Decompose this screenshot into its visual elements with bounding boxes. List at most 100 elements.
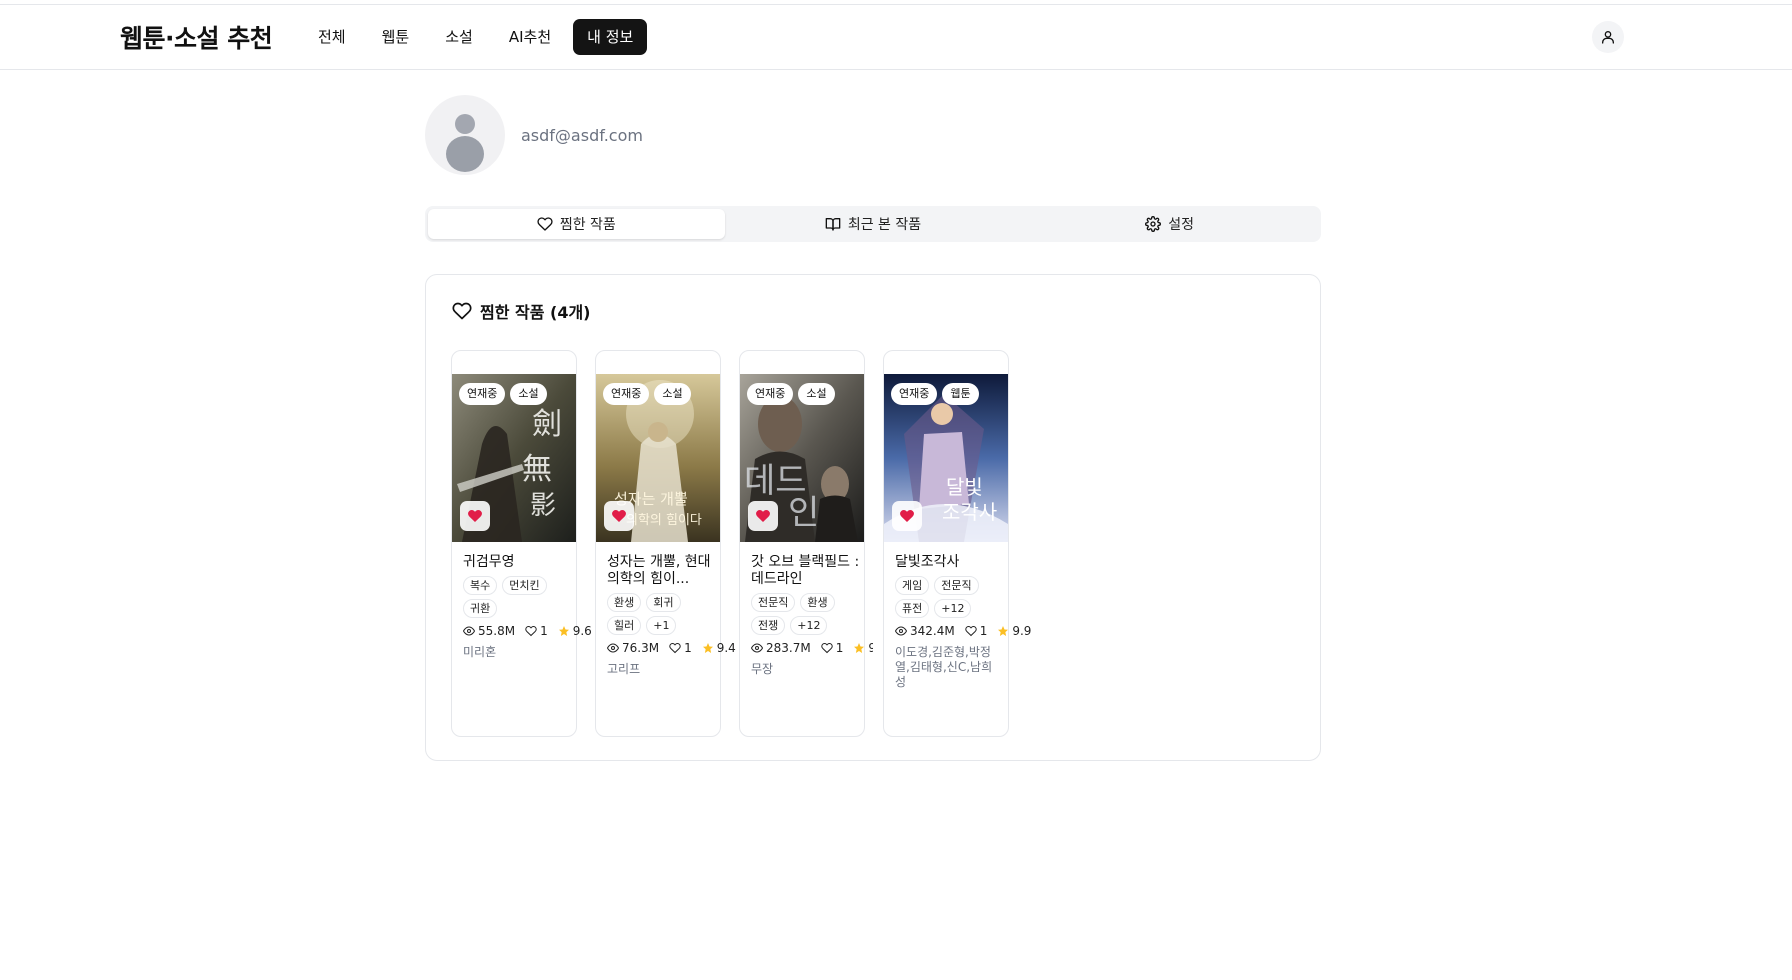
- genre-tag: 퓨전: [895, 599, 930, 618]
- status-badge: 연재중: [603, 383, 650, 405]
- genre-tag: 복수: [463, 576, 498, 595]
- type-badge: 소설: [654, 383, 691, 405]
- views-count: 55.8M: [478, 624, 516, 638]
- nav-item-all[interactable]: 전체: [304, 19, 360, 55]
- work-author: 고리프: [607, 662, 641, 676]
- likes-stat: 1: [821, 641, 844, 655]
- gear-icon: [1145, 216, 1162, 232]
- unfavorite-button[interactable]: [748, 501, 778, 531]
- rating-stat: 9.4: [702, 641, 736, 655]
- work-stats: 55.8M 1 9.6: [463, 624, 592, 638]
- work-info: 갓 오브 블랙필드 : 데드라인 전문직 환생 전쟁 +12 283.7M 1: [751, 554, 873, 677]
- user-menu-button[interactable]: [1592, 21, 1624, 53]
- more-tags-count: +12: [790, 616, 828, 635]
- star-icon: [558, 626, 569, 636]
- likes-count: 1: [835, 641, 844, 655]
- status-badge: 연재중: [459, 383, 506, 405]
- svg-text:조각사: 조각사: [942, 500, 997, 524]
- genre-tag: 게임: [895, 576, 930, 595]
- nav-item-my-info[interactable]: 내 정보: [573, 19, 648, 55]
- tab-settings[interactable]: 설정: [1021, 209, 1318, 239]
- eye-icon: [463, 626, 475, 636]
- views-count: 342.4M: [910, 624, 955, 638]
- likes-count: 1: [684, 641, 692, 655]
- tab-settings-label: 설정: [1168, 217, 1195, 233]
- tab-recent[interactable]: 최근 본 작품: [725, 209, 1022, 239]
- star-icon: [702, 643, 713, 653]
- avatar-head-shape: [455, 114, 475, 134]
- rating-stat: 9.: [853, 641, 873, 655]
- genre-tag: 힐러: [607, 616, 642, 635]
- work-title[interactable]: 귀검무영: [463, 554, 578, 571]
- rating-stat: 9.9: [997, 624, 1031, 638]
- heart-filled-icon: [900, 509, 914, 522]
- genre-tag: 전문직: [934, 576, 979, 595]
- work-card[interactable]: 성자는 개뿔 의학의 힘이다 연재중 소설 성자는 개뿔, 현대의학의 힘이..…: [595, 350, 736, 737]
- type-badge: 소설: [510, 383, 547, 405]
- rating-value: 9.6: [572, 624, 592, 638]
- heart-icon: [821, 642, 833, 654]
- work-title[interactable]: 달빛조각사: [895, 554, 1010, 571]
- work-cover-image[interactable]: 성자는 개뿔 의학의 힘이다 연재중 소설: [596, 374, 720, 542]
- star-icon: [854, 643, 865, 653]
- work-cover-image[interactable]: 달빛 조각사 연재중 웹툰: [884, 374, 1008, 542]
- tab-favorites[interactable]: 찜한 작품: [428, 209, 725, 239]
- eye-icon: [607, 643, 619, 653]
- rating-stat: 9.6: [558, 624, 592, 638]
- unfavorite-button[interactable]: [892, 501, 922, 531]
- work-cover-image[interactable]: 劍 無 影 연재중 소설: [452, 374, 576, 542]
- more-tags-count: +12: [934, 599, 972, 618]
- genre-tag: 전문직: [751, 593, 796, 612]
- heart-icon: [965, 625, 977, 637]
- favorites-card: 찜한 작품 (4개) 劍 無 影 연재중 소설 귀검무영 복수 먼치킨 귀환 5…: [425, 274, 1321, 761]
- views-count: 76.3M: [622, 641, 660, 655]
- eye-icon: [751, 643, 763, 653]
- nav-item-novel[interactable]: 소설: [431, 19, 487, 55]
- status-badge: 연재중: [891, 383, 938, 405]
- work-card[interactable]: 데드 인 연재중 소설 갓 오브 블랙필드 : 데드라인 전문직 환생 전쟁 +…: [739, 350, 873, 737]
- heart-icon: [537, 217, 553, 231]
- likes-count: 1: [540, 624, 548, 638]
- nav-item-webtoon[interactable]: 웹툰: [368, 19, 424, 55]
- nav-item-ai-recommend[interactable]: AI추천: [495, 19, 565, 55]
- work-card[interactable]: 달빛 조각사 연재중 웹툰 달빛조각사 게임 전문직 퓨전 +12 342.4M…: [883, 350, 1031, 737]
- favorites-title: 찜한 작품 (4개): [452, 299, 591, 323]
- work-info: 귀검무영 복수 먼치킨 귀환 55.8M 1 9.6 미리혼: [463, 554, 592, 660]
- unfavorite-button[interactable]: [604, 501, 634, 531]
- heart-icon: [525, 625, 537, 637]
- rating-value: 9.4: [716, 641, 736, 655]
- avatar: [425, 95, 505, 175]
- heart-filled-icon: [468, 509, 482, 522]
- work-badges: 연재중 소설: [747, 383, 835, 405]
- work-badges: 연재중 소설: [459, 383, 547, 405]
- unfavorite-button[interactable]: [460, 501, 490, 531]
- work-card[interactable]: 劍 無 影 연재중 소설 귀검무영 복수 먼치킨 귀환 55.8M 1 9.6 …: [451, 350, 592, 737]
- views-stat: 283.7M: [751, 641, 811, 655]
- heart-filled-icon: [612, 509, 626, 522]
- likes-stat: 1: [965, 624, 987, 638]
- work-author: 미리혼: [463, 645, 497, 659]
- user-icon: [1602, 31, 1614, 44]
- genre-tag: 환생: [800, 593, 835, 612]
- work-tags: 게임 전문직 퓨전 +12: [895, 576, 995, 618]
- work-stats: 283.7M 1 9.: [751, 641, 873, 655]
- work-title[interactable]: 갓 오브 블랙필드 : 데드라인: [751, 554, 873, 588]
- work-author: 무장: [751, 662, 774, 676]
- views-count: 283.7M: [766, 641, 811, 655]
- likes-stat: 1: [669, 641, 692, 655]
- heart-icon: [452, 302, 472, 320]
- likes-stat: 1: [525, 624, 548, 638]
- work-info: 성자는 개뿔, 현대의학의 힘이... 환생 회귀 힐러 +1 76.3M 1: [607, 554, 736, 677]
- top-header: 웹툰·소설 추천 전체 웹툰 소설 AI추천 내 정보: [0, 5, 1792, 70]
- work-badges: 연재중 웹툰: [891, 383, 979, 405]
- work-cover-image[interactable]: 데드 인 연재중 소설: [740, 374, 864, 542]
- tab-recent-label: 최근 본 작품: [847, 217, 922, 233]
- svg-text:인: 인: [788, 493, 819, 533]
- favorites-title-text: 찜한 작품 (4개): [480, 303, 591, 322]
- tab-favorites-label: 찜한 작품: [559, 217, 616, 233]
- star-icon: [998, 626, 1009, 636]
- genre-tag: 환생: [607, 593, 642, 612]
- site-logo[interactable]: 웹툰·소설 추천: [120, 19, 273, 55]
- work-title[interactable]: 성자는 개뿔, 현대의학의 힘이...: [607, 554, 722, 588]
- work-stats: 76.3M 1 9.4: [607, 641, 736, 655]
